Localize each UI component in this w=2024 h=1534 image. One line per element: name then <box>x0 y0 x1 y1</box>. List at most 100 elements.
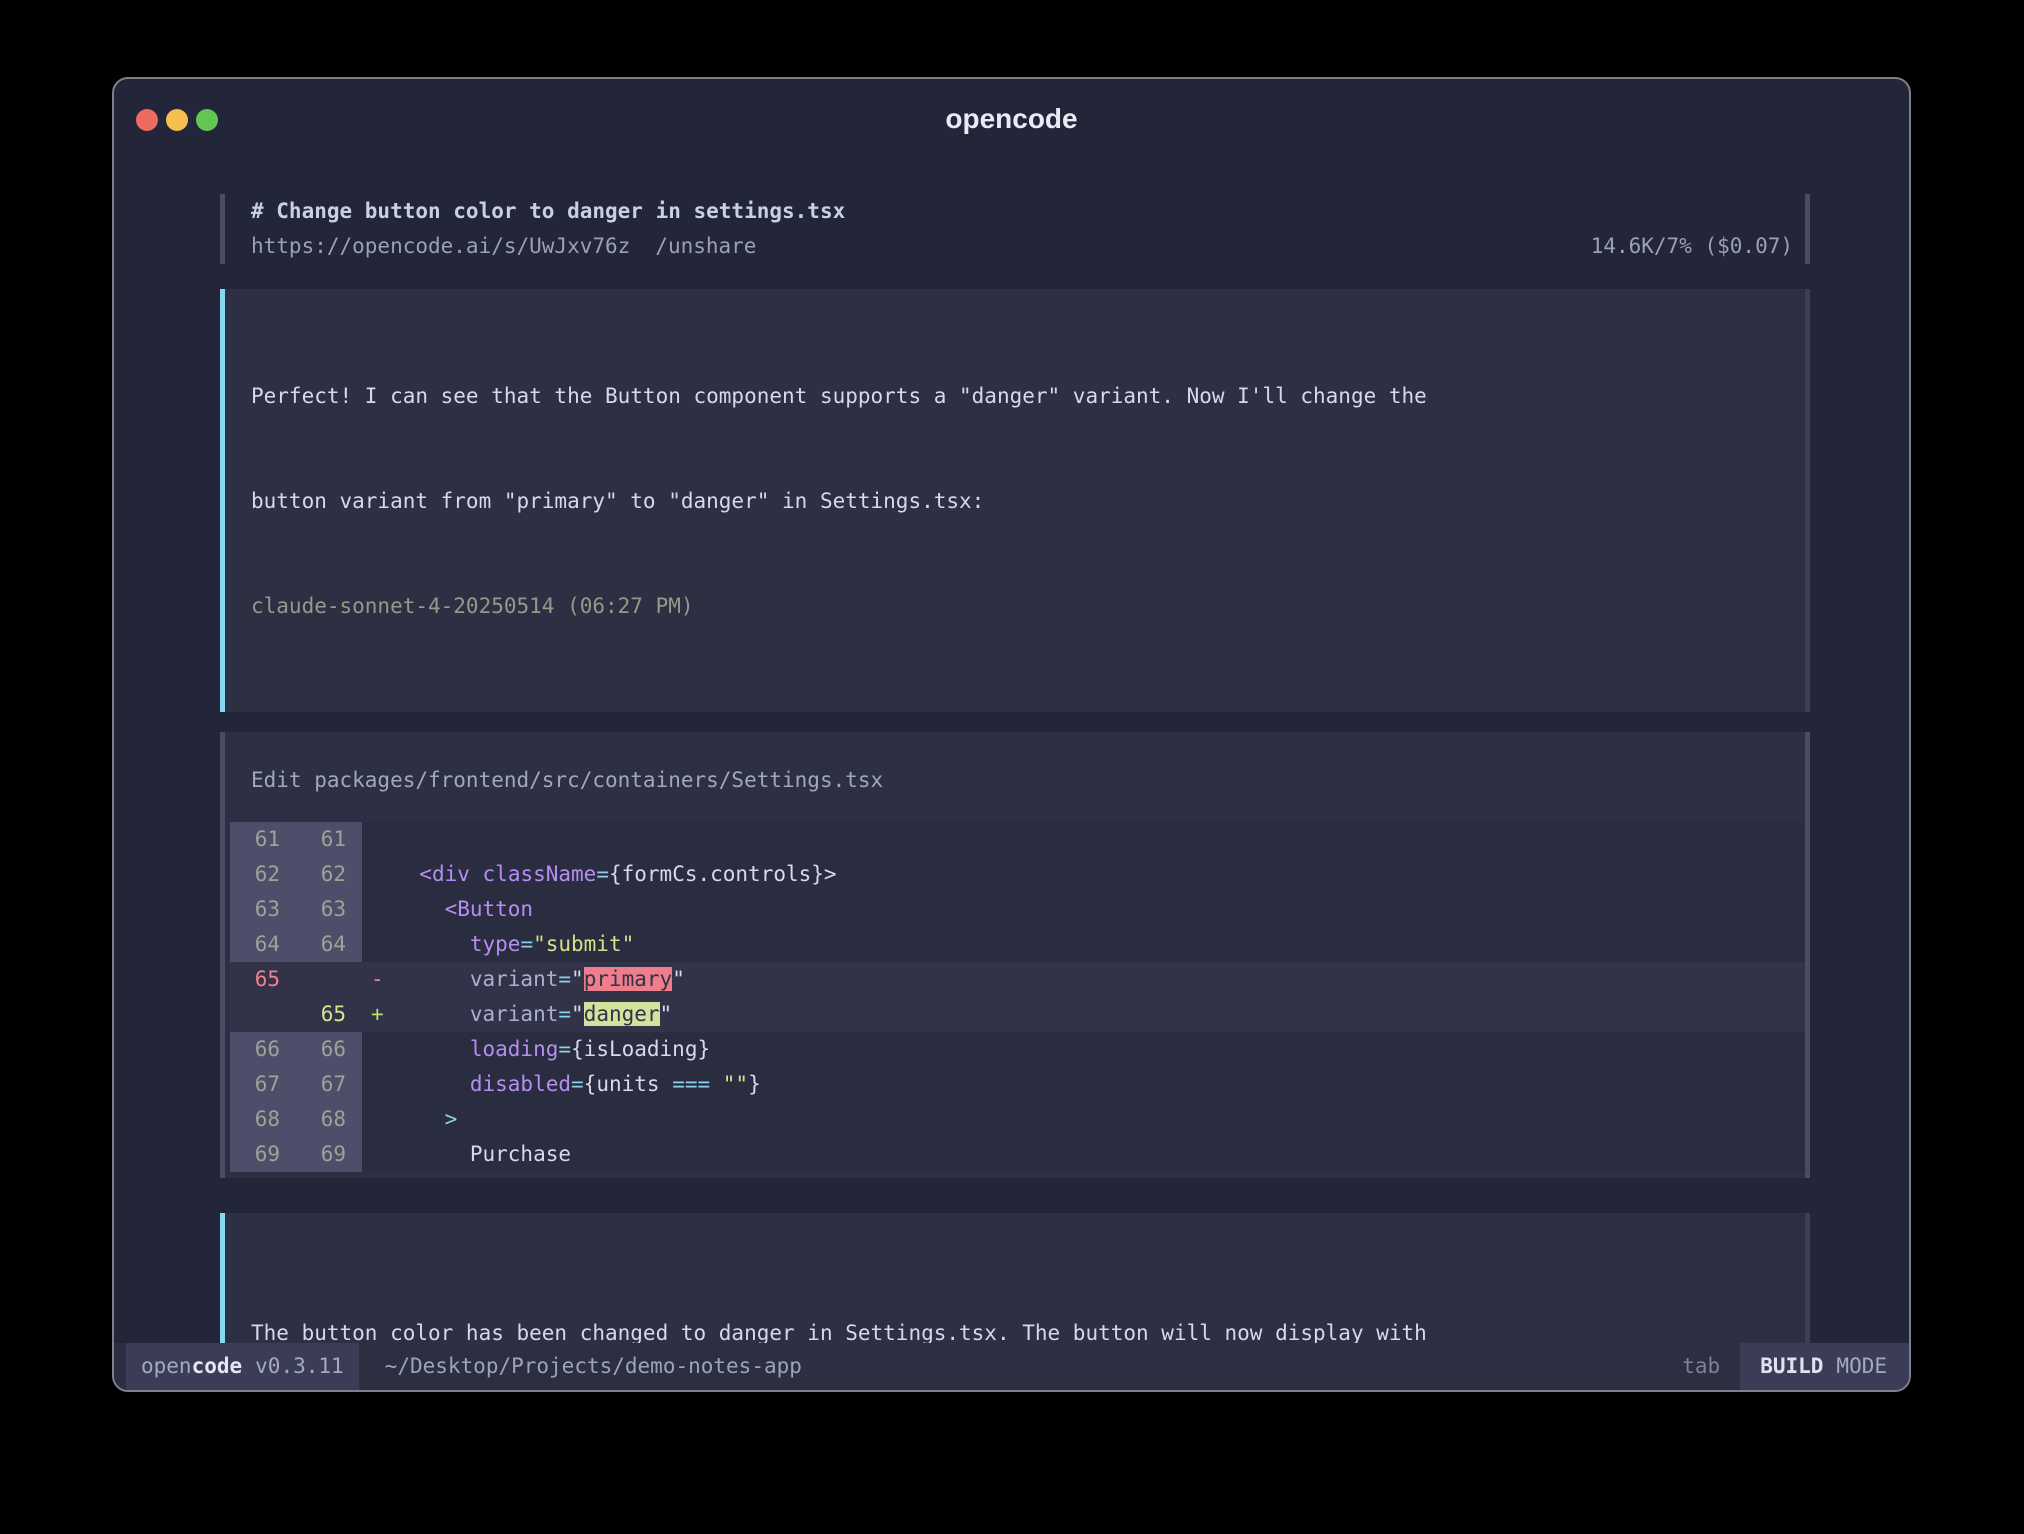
code-token: "submit" <box>533 932 634 956</box>
diff-code-line: Purchase <box>394 1137 1805 1172</box>
diff-code-line: disabled={units === ""} <box>394 1067 1805 1102</box>
diff-row: 6262 <div className={formCs.controls}> <box>230 857 1805 892</box>
code-diff: 61616262 <div className={formCs.controls… <box>225 822 1805 1178</box>
message-text: button variant from "primary" to "danger… <box>251 484 1805 519</box>
code-token: <div <box>419 862 470 886</box>
code-token <box>394 967 470 991</box>
diff-old-lineno: 63 <box>230 892 296 927</box>
diff-new-lineno <box>296 962 362 997</box>
diff-code-line: variant="primary" <box>394 962 1805 997</box>
code-token: = <box>558 1037 571 1061</box>
code-token: === <box>672 1072 710 1096</box>
code-token: = <box>558 1002 571 1026</box>
code-token: = <box>520 932 533 956</box>
diff-old-lineno: 69 <box>230 1137 296 1172</box>
diff-old-lineno: 65 <box>230 962 296 997</box>
code-token <box>394 1002 470 1026</box>
code-token <box>394 1072 470 1096</box>
diff-marker <box>362 1137 394 1172</box>
diff-code-line: <Button <box>394 892 1805 927</box>
diff-new-lineno: 69 <box>296 1137 362 1172</box>
diff-new-lineno: 61 <box>296 822 362 857</box>
code-token: danger <box>584 1002 660 1026</box>
diff-row: 6464 type="submit" <box>230 927 1805 962</box>
diff-code-line <box>394 822 1805 857</box>
status-bar: opencode v0.3.11 ~/Desktop/Projects/demo-… <box>114 1343 1909 1390</box>
session-share-url[interactable]: https://opencode.ai/s/UwJxv76z <box>251 229 630 264</box>
diff-new-lineno: 68 <box>296 1102 362 1137</box>
code-token: = <box>571 1072 584 1096</box>
diff-old-lineno: 61 <box>230 822 296 857</box>
diff-new-lineno: 63 <box>296 892 362 927</box>
code-token: " <box>571 1002 584 1026</box>
code-token: Purchase <box>470 1142 571 1166</box>
code-token: " <box>660 1002 673 1026</box>
app-version-segment: opencode v0.3.11 <box>126 1343 359 1390</box>
edit-file-path: Edit packages/frontend/src/containers/Se… <box>225 732 1805 822</box>
diff-old-lineno: 64 <box>230 927 296 962</box>
code-token <box>394 1142 470 1166</box>
diff-marker <box>362 857 394 892</box>
token-cost-stats: 14.6K/7% ($0.07) <box>1591 229 1805 264</box>
diff-new-lineno: 64 <box>296 927 362 962</box>
diff-old-lineno <box>230 997 296 1032</box>
code-token: } <box>748 1072 761 1096</box>
diff-old-lineno: 67 <box>230 1067 296 1102</box>
code-token: variant <box>470 967 559 991</box>
diff-new-lineno: 65 <box>296 997 362 1032</box>
working-directory: ~/Desktop/Projects/demo-notes-app <box>385 1343 802 1390</box>
build-mode-segment[interactable]: BUILD MODE <box>1740 1343 1909 1390</box>
diff-marker <box>362 927 394 962</box>
code-token: " <box>672 967 685 991</box>
code-token: {isLoading} <box>571 1037 710 1061</box>
diff-marker: - <box>362 962 394 997</box>
code-token: disabled <box>470 1072 571 1096</box>
diff-row: 6666 loading={isLoading} <box>230 1032 1805 1067</box>
diff-code-line: > <box>394 1102 1805 1137</box>
diff-marker <box>362 1067 394 1102</box>
diff-marker: + <box>362 997 394 1032</box>
main-content: # Change button color to danger in setti… <box>114 194 1909 1392</box>
titlebar: opencode <box>114 79 1909 137</box>
diff-row: 6161 <box>230 822 1805 857</box>
code-token: " <box>571 967 584 991</box>
card-right-bar <box>1805 732 1810 1178</box>
code-token <box>394 1107 445 1131</box>
diff-row: 6868 > <box>230 1102 1805 1137</box>
edit-tool-card: Edit packages/frontend/src/containers/Se… <box>220 732 1810 1178</box>
opencode-window: opencode # Change button color to danger… <box>112 77 1911 1392</box>
mode-label-mode: MODE <box>1836 1354 1887 1378</box>
code-token <box>394 897 445 921</box>
code-token: = <box>558 967 571 991</box>
diff-marker <box>362 1032 394 1067</box>
code-token <box>470 862 483 886</box>
unshare-command[interactable]: /unshare <box>655 229 756 264</box>
code-token: primary <box>584 967 673 991</box>
diff-marker <box>362 892 394 927</box>
tab-keybind: tab <box>1682 1343 1720 1390</box>
app-name-code: code <box>192 1354 243 1378</box>
code-token: {formCs.controls} <box>609 862 824 886</box>
diff-new-lineno: 62 <box>296 857 362 892</box>
code-token: variant <box>470 1002 559 1026</box>
code-token: > <box>824 862 837 886</box>
message-model-timestamp: claude-sonnet-4-20250514 (06:27 PM) <box>251 589 1805 624</box>
diff-marker <box>362 822 394 857</box>
app-version: v0.3.11 <box>255 1354 344 1378</box>
window-title: opencode <box>114 103 1909 135</box>
session-header: # Change button color to danger in setti… <box>220 194 1810 264</box>
diff-code-line: variant="danger" <box>394 997 1805 1032</box>
diff-old-lineno: 66 <box>230 1032 296 1067</box>
app-name-open: open <box>141 1354 192 1378</box>
message-right-bar <box>1805 289 1810 712</box>
diff-row: 6969 Purchase <box>230 1137 1805 1172</box>
diff-row: 6767 disabled={units === ""} <box>230 1067 1805 1102</box>
code-token: = <box>596 862 609 886</box>
mode-label-build: BUILD <box>1760 1354 1823 1378</box>
diff-marker <box>362 1102 394 1137</box>
code-token <box>710 1072 723 1096</box>
session-right-bar <box>1805 194 1810 264</box>
code-token <box>394 1037 470 1061</box>
message-text: Perfect! I can see that the Button compo… <box>251 379 1805 414</box>
code-token: > <box>445 1107 458 1131</box>
